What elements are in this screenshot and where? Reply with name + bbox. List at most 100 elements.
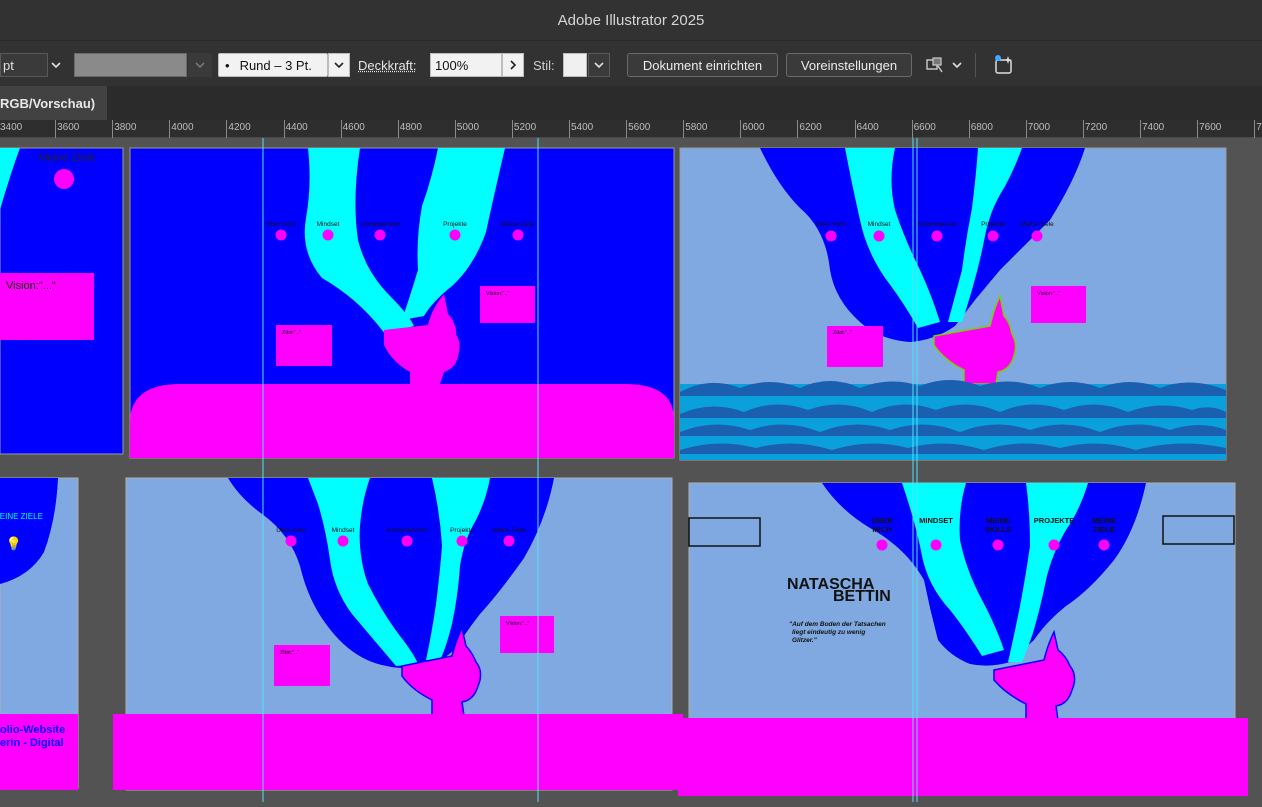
artboard-4-line-1: olio-Website [0,724,65,736]
ruler-label: 7600 [1199,122,1222,133]
nav-label: ÜBER MICH [871,516,893,534]
nav-dot [873,230,885,242]
artboard-2[interactable]: Zitat:".." Vision:".." Über mich Mindset K… [129,147,675,459]
ruler-label: 4600 [342,122,365,133]
title-bar: Adobe Illustrator 2025 [0,0,1262,40]
artboard-3[interactable]: Zitat:".." Vision:".." Über mich Mindset K… [679,147,1227,461]
ruler-tick [1140,120,1141,138]
ruler-tick [1082,120,1084,138]
ai-assistant-button[interactable] [975,53,1031,77]
ruler-tick [683,120,685,138]
ruler-label: 4200 [228,122,251,133]
document-tab[interactable]: RGB/Vorschau) [0,86,107,120]
ruler-tick [454,120,456,138]
artboard-5-ground [113,714,683,790]
style-chevron[interactable] [588,53,610,77]
chevron-right-icon [510,60,517,70]
chevron-down-icon [594,62,604,69]
artboard-6-ground [678,718,1248,796]
artboard-6[interactable]: NATASCHA BETTIN "Auf dem Boden der Tatsa… [678,482,1248,796]
stroke-profile-dropdown[interactable]: • Rund – 3 Pt. [218,53,328,77]
artboard-5[interactable]: Zitat:".." Vision:".." Über mich Mindset K… [113,477,683,791]
arrange-button[interactable] [922,53,966,77]
ruler-label: 5000 [456,122,480,133]
nav-label: Kompetenzen [360,221,400,228]
ruler-label: 6400 [856,122,879,133]
ruler-label: 4000 [171,122,194,133]
nav-dot [1098,539,1110,551]
ruler-tick [283,120,285,138]
ruler-label: 6000 [742,122,765,133]
nav-label: Meine Ziele [492,527,526,534]
ruler-label: 3400 [0,122,23,133]
artboard-1-goal-dot [54,169,74,189]
nav-label: Projekte [443,221,467,228]
document-setup-button[interactable]: Dokument einrichten [627,53,778,77]
nav-dot [374,229,386,241]
nav-label: Mindset [332,527,355,534]
ruler-tick [55,120,57,138]
nav-label: Kompetenzen [387,527,427,534]
artboard-6-quote-line-3: Glitzer." [792,637,818,644]
nav-label: Über mich [276,526,306,534]
opacity-input[interactable]: 100% [430,53,502,77]
control-bar: pt • Rund – 3 Pt. Deckkraft: 100% Stil: … [0,40,1262,86]
preferences-button[interactable]: Voreinstellungen [786,53,912,77]
nav-dot [1031,230,1043,242]
chevron-down-icon [952,62,962,69]
nav-dot [503,535,515,547]
ruler-tick [1254,120,1256,138]
artboard-2-vision-text: Vision:".." [486,291,509,297]
ruler-label: 5200 [513,122,537,133]
document-tab-bar: RGB/Vorschau) [0,86,1262,120]
nav-label: MINDSET [919,516,953,525]
nav-dot [992,539,1004,551]
artboard-6-name-last: BETTIN [833,588,891,605]
ruler-label: 6800 [970,122,993,133]
font-size-chevron[interactable] [46,53,66,77]
stroke-color-field[interactable] [74,53,187,77]
ruler-label: 4800 [399,122,422,133]
ruler-label: 4400 [285,122,308,133]
nav-dot [931,230,943,242]
style-swatch[interactable] [563,53,587,77]
artboard-4-goal-label: MEINE ZIELE [0,512,43,521]
nav-dot [456,535,468,547]
ruler-tick [226,120,228,138]
font-size-field[interactable]: pt [0,53,48,77]
opacity-expand-button[interactable] [502,53,524,77]
ruler-tick [112,120,114,138]
ruler-label: 7000 [1027,122,1051,133]
ruler-label: 3800 [114,122,137,133]
artboard-canvas[interactable]: Meine Ziele Vision:"..." Zitat:".." Visi… [0,138,1262,802]
ruler-tick [569,120,570,138]
nav-dot [876,539,888,551]
artboard-4[interactable]: MEINE ZIELE 💡 olio-Website erin - Digita… [0,477,79,790]
nav-dot [1048,539,1060,551]
ruler-tick [511,120,513,138]
ruler-tick [626,120,628,138]
ruler-label: 6200 [799,122,822,133]
stroke-color-chevron[interactable] [188,53,212,77]
opacity-label[interactable]: Deckkraft: [358,53,417,77]
nav-label: MEINE ZIELE [1092,516,1116,534]
style-label: Stil: [533,57,555,73]
chevron-down-icon [334,62,344,69]
nav-dot [401,535,413,547]
arrange-icon [926,57,943,73]
nav-dot [987,230,999,242]
nav-dot [285,535,297,547]
nav-dot [275,229,287,241]
artboard-3-quote-text: Zitat:".." [833,330,852,336]
stroke-profile-chevron[interactable] [328,53,350,77]
ruler-tick [797,120,799,138]
ruler-label: 5400 [571,122,594,133]
nav-label: Mindset [868,221,891,228]
artboard-1-vision-text: Vision:"..." [6,280,56,292]
nav-label: Kompetenzen [917,221,957,228]
nav-dot [825,230,837,242]
artboard-5-vision-text: Vision:".." [506,621,529,627]
artboard-1[interactable]: Meine Ziele Vision:"..." [0,147,124,455]
horizontal-ruler[interactable]: 3400 3600 3800 4000 4200 4400 4600 4800 5000 5200… [0,120,1262,138]
nav-label: Über mich [816,220,846,228]
